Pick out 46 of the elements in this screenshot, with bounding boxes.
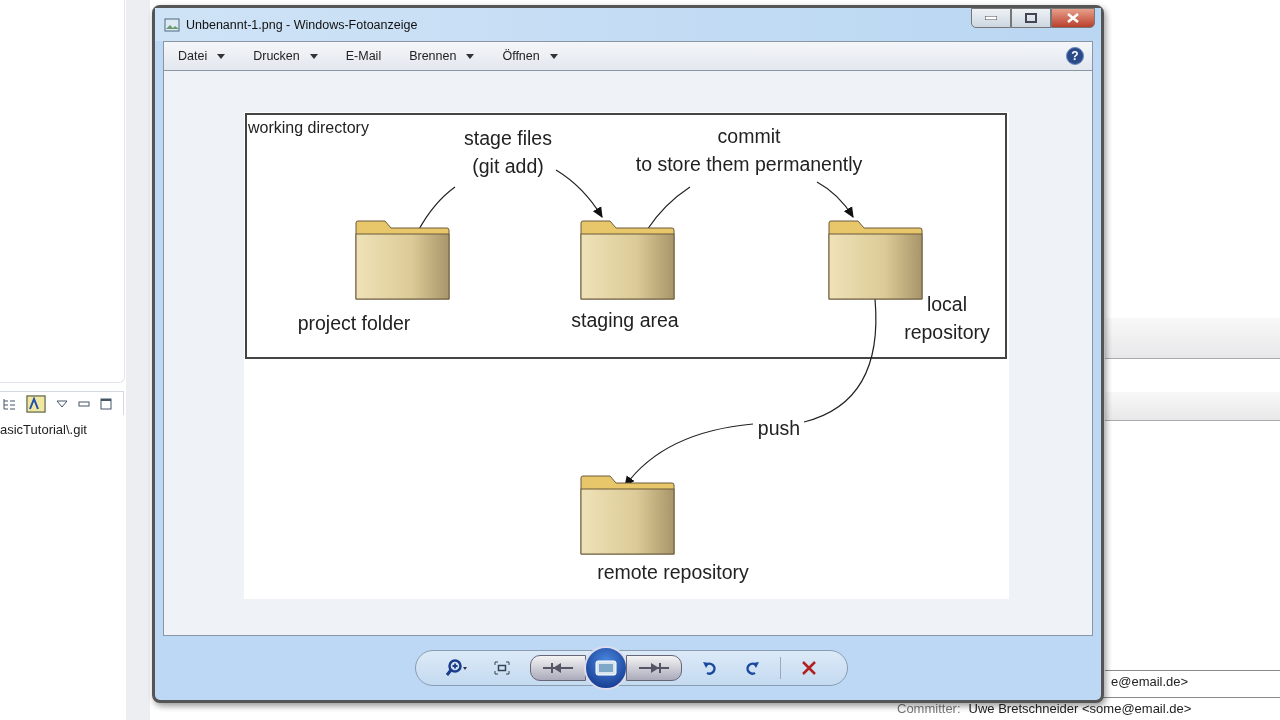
frame-label: working directory [248, 119, 369, 137]
previous-button[interactable] [529, 655, 586, 681]
menu-item[interactable]: Drucken [247, 46, 324, 66]
arrow-label: commit to store them permanently [635, 124, 863, 177]
fit-icon [493, 661, 510, 675]
folder-icon [355, 220, 450, 300]
next-button[interactable] [625, 655, 682, 681]
folder-label: local repository [904, 292, 990, 345]
folder-icon [580, 475, 675, 555]
tree-item[interactable]: asicTutorial\.git [0, 422, 87, 437]
email-text: e@email.de> [1111, 674, 1189, 689]
maximize-icon [1025, 13, 1037, 23]
next-icon [638, 662, 669, 674]
label-icon[interactable] [26, 394, 46, 413]
rotate-left-icon [701, 660, 718, 676]
zoom-icon [445, 659, 468, 677]
folder-label: remote repository [597, 560, 749, 585]
previous-icon [542, 662, 573, 674]
menu-item[interactable]: Datei [172, 46, 232, 66]
close-button[interactable] [1051, 8, 1095, 28]
delete-icon [800, 660, 817, 676]
slideshow-button[interactable] [583, 646, 628, 690]
window-title: Unbenannt-1.png - Windows-Fotoanzeige [186, 17, 418, 32]
arrow-label: push [757, 416, 801, 441]
committer-label: Committer: [897, 701, 961, 716]
screen-icon [594, 660, 617, 676]
minimize-icon[interactable] [78, 400, 90, 407]
folder-label: staging area [571, 308, 679, 333]
minimize-button[interactable] [971, 8, 1011, 28]
menu-item[interactable]: E-Mail [339, 46, 388, 66]
folder-icon [580, 220, 675, 300]
menu-item[interactable]: Brennen [403, 46, 481, 66]
help-button[interactable]: ? [1066, 47, 1084, 65]
minimize-icon [985, 16, 997, 20]
maximize-button[interactable] [1011, 8, 1051, 28]
committer-value: Uwe Bretschneider <some@email.de> [968, 701, 1192, 716]
folder-icon [828, 220, 923, 300]
view-menu-icon[interactable] [56, 399, 68, 408]
close-icon [1067, 13, 1079, 23]
menu-item[interactable]: Öffnen [496, 46, 564, 66]
rotate-right-icon [743, 660, 760, 676]
arrow-label: stage files (git add) [464, 126, 552, 179]
folder-label: project folder [297, 311, 411, 336]
picture-icon [164, 17, 180, 32]
maximize-icon[interactable] [100, 397, 112, 410]
tree-icon[interactable] [2, 396, 16, 411]
